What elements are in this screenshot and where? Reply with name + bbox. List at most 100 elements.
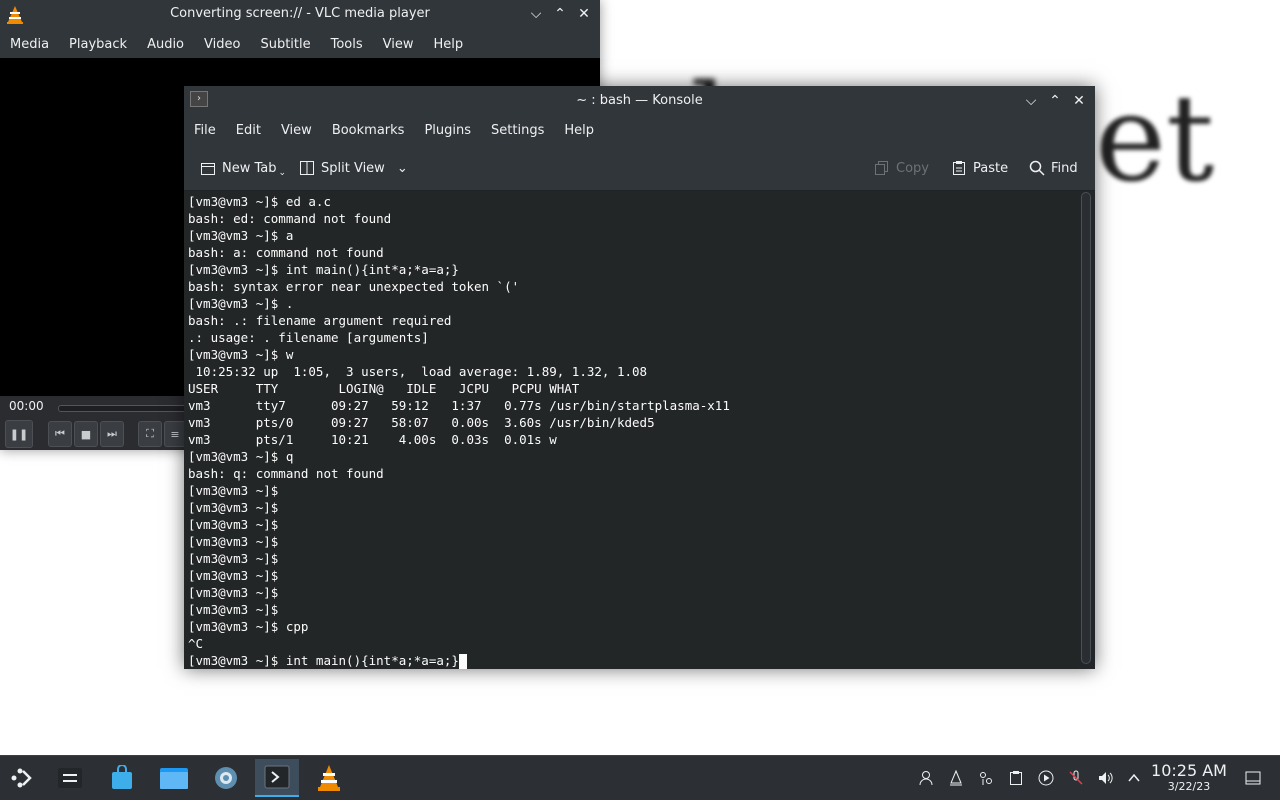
next-icon[interactable]: ⏭ bbox=[100, 421, 124, 447]
terminal-line: vm3 pts/0 09:27 58:07 0.00s 3.60s /usr/b… bbox=[188, 415, 655, 430]
previous-icon[interactable]: ⏮ bbox=[48, 421, 72, 447]
terminal-line: .: usage: . filename [arguments] bbox=[188, 330, 429, 345]
pager[interactable] bbox=[48, 759, 92, 797]
split-view-button[interactable]: Split View ⌄ bbox=[299, 157, 408, 179]
application-launcher-icon bbox=[11, 768, 32, 788]
terminal-line: [vm3@vm3 ~]$ bbox=[188, 500, 279, 515]
clock-time: 10:25 AM bbox=[1151, 761, 1227, 780]
vlc-menu-video[interactable]: Video bbox=[194, 37, 250, 52]
vlc-menubar: Media Playback Audio Video Subtitle Tool… bbox=[0, 30, 600, 58]
vlc-tray-icon[interactable] bbox=[946, 768, 966, 788]
stop-icon[interactable]: ■ bbox=[74, 421, 98, 447]
vlc-menu-view[interactable]: View bbox=[373, 37, 424, 52]
konsole-menubar: File Edit View Bookmarks Plugins Setting… bbox=[184, 115, 1095, 145]
new-tab-button[interactable]: New Tab ⌄ bbox=[200, 157, 286, 179]
fullscreen-icon[interactable]: ⛶ bbox=[138, 421, 162, 447]
terminal-line: vm3 tty7 09:27 59:12 1:37 0.77s /usr/bin… bbox=[188, 398, 730, 413]
vlc-seek-slider[interactable] bbox=[58, 405, 200, 412]
konsole-task[interactable] bbox=[255, 759, 299, 797]
maximize-icon[interactable]: ⌃ bbox=[1047, 92, 1063, 110]
terminal-line: [vm3@vm3 ~]$ bbox=[188, 534, 279, 549]
pager-icon bbox=[58, 768, 82, 788]
paste-label: Paste bbox=[973, 160, 1009, 176]
vlc-menu-media[interactable]: Media bbox=[0, 37, 59, 52]
system-settings[interactable] bbox=[204, 759, 248, 797]
new-tab-label: New Tab bbox=[222, 160, 277, 176]
konsole-menu-bookmarks[interactable]: Bookmarks bbox=[322, 123, 415, 138]
vlc-elapsed-time: 00:00 bbox=[9, 399, 44, 413]
terminal-line: [vm3@vm3 ~]$ bbox=[188, 551, 279, 566]
terminal-line: 10:25:32 up 1:05, 3 users, load average:… bbox=[188, 364, 648, 379]
konsole-titlebar[interactable]: › ~ : bash — Konsole ⌵ ⌃ ✕ bbox=[184, 86, 1095, 115]
terminal-line: [vm3@vm3 ~]$ bbox=[188, 568, 279, 583]
digital-clock[interactable]: 10:25 AM 3/22/23 bbox=[1148, 762, 1230, 794]
konsole-menu-settings[interactable]: Settings bbox=[481, 123, 554, 138]
vlc-title: Converting screen:// - VLC media player bbox=[170, 6, 430, 21]
file-manager-icon bbox=[160, 768, 188, 789]
close-icon[interactable]: ✕ bbox=[576, 5, 592, 23]
split-view-label: Split View bbox=[321, 160, 385, 176]
terminal-line: [vm3@vm3 ~]$ bbox=[188, 483, 279, 498]
minimize-icon[interactable]: ⌵ bbox=[1023, 92, 1039, 110]
paste-button[interactable]: Paste bbox=[951, 157, 1008, 179]
minimize-icon[interactable]: ⌵ bbox=[528, 5, 544, 23]
vlc-task[interactable] bbox=[307, 759, 351, 797]
application-launcher[interactable] bbox=[0, 759, 44, 797]
microphone-muted-icon[interactable] bbox=[1066, 768, 1086, 788]
maximize-icon[interactable]: ⌃ bbox=[552, 5, 568, 23]
pause-icon[interactable]: ❚❚ bbox=[5, 420, 33, 448]
konsole-menu-edit[interactable]: Edit bbox=[226, 123, 271, 138]
vlc-menu-playback[interactable]: Playback bbox=[59, 37, 137, 52]
konsole-menu-file[interactable]: File bbox=[184, 123, 226, 138]
find-button[interactable]: Find bbox=[1029, 157, 1078, 179]
extended-settings-icon[interactable]: ≡ bbox=[164, 421, 186, 447]
konsole-menu-plugins[interactable]: Plugins bbox=[414, 123, 481, 138]
terminal-prompt-line: [vm3@vm3 ~]$ int main(){int*a;*a=a;} bbox=[188, 652, 730, 669]
terminal-line: vm3 pts/1 10:21 4.00s 0.03s 0.01s w bbox=[188, 432, 557, 447]
terminal-prompt-text: [vm3@vm3 ~]$ int main(){int*a;*a=a;} bbox=[188, 653, 459, 668]
show-desktop-icon[interactable] bbox=[1243, 768, 1263, 788]
taskbar: 10:25 AM 3/22/23 bbox=[0, 755, 1280, 800]
terminal-line: [vm3@vm3 ~]$ a bbox=[188, 228, 294, 243]
terminal-line: USER TTY LOGIN@ IDLE JCPU PCPU WHAT bbox=[188, 381, 580, 396]
vlc-menu-help[interactable]: Help bbox=[424, 37, 474, 52]
copy-button[interactable]: Copy bbox=[874, 157, 929, 179]
chevron-down-icon[interactable]: ⌄ bbox=[397, 161, 408, 176]
vlc-menu-subtitle[interactable]: Subtitle bbox=[250, 37, 320, 52]
vlc-menu-tools[interactable]: Tools bbox=[321, 37, 373, 52]
discover-store[interactable] bbox=[100, 759, 144, 797]
konsole-toolbar: New Tab ⌄ Split View ⌄ Copy Paste Find bbox=[184, 145, 1095, 191]
file-manager[interactable] bbox=[152, 759, 196, 797]
terminal-area[interactable]: [vm3@vm3 ~]$ ed a.c bash: ed: command not… bbox=[184, 191, 1077, 669]
konsole-menu-view[interactable]: View bbox=[271, 123, 322, 138]
user-icon[interactable] bbox=[916, 768, 936, 788]
find-label: Find bbox=[1051, 160, 1078, 176]
copy-icon bbox=[874, 160, 890, 176]
discover-store-icon bbox=[112, 765, 132, 789]
terminal-line: bash: q: command not found bbox=[188, 466, 384, 481]
split-view-icon bbox=[299, 160, 315, 176]
terminal-scrollbar[interactable] bbox=[1081, 192, 1091, 664]
terminal-line: [vm3@vm3 ~]$ bbox=[188, 602, 279, 617]
close-icon[interactable]: ✕ bbox=[1071, 92, 1087, 110]
terminal-line: bash: ed: command not found bbox=[188, 211, 392, 226]
terminal-line: [vm3@vm3 ~]$ ed a.c bbox=[188, 194, 331, 209]
konsole-icon bbox=[264, 765, 290, 789]
vlc-menu-audio[interactable]: Audio bbox=[137, 37, 194, 52]
clipboard-icon[interactable] bbox=[1006, 768, 1026, 788]
chevron-down-icon: ⌄ bbox=[278, 168, 287, 178]
network-icon[interactable] bbox=[976, 768, 996, 788]
terminal-line: [vm3@vm3 ~]$ w bbox=[188, 347, 294, 362]
expand-tray-icon[interactable] bbox=[1124, 768, 1144, 788]
volume-icon[interactable] bbox=[1096, 768, 1116, 788]
terminal-line: [vm3@vm3 ~]$ int main(){int*a;*a=a;} bbox=[188, 262, 459, 277]
konsole-menu-help[interactable]: Help bbox=[554, 123, 604, 138]
konsole-title: ~ : bash — Konsole bbox=[576, 93, 703, 108]
terminal-output: [vm3@vm3 ~]$ ed a.c bash: ed: command not… bbox=[188, 193, 730, 669]
terminal-line: bash: .: filename argument required bbox=[188, 313, 452, 328]
system-settings-icon bbox=[215, 767, 237, 789]
vlc-titlebar[interactable]: Converting screen:// - VLC media player … bbox=[0, 0, 600, 30]
search-icon bbox=[1029, 160, 1045, 176]
background-text-right: et bbox=[1095, 70, 1215, 209]
media-player-icon[interactable] bbox=[1036, 768, 1056, 788]
